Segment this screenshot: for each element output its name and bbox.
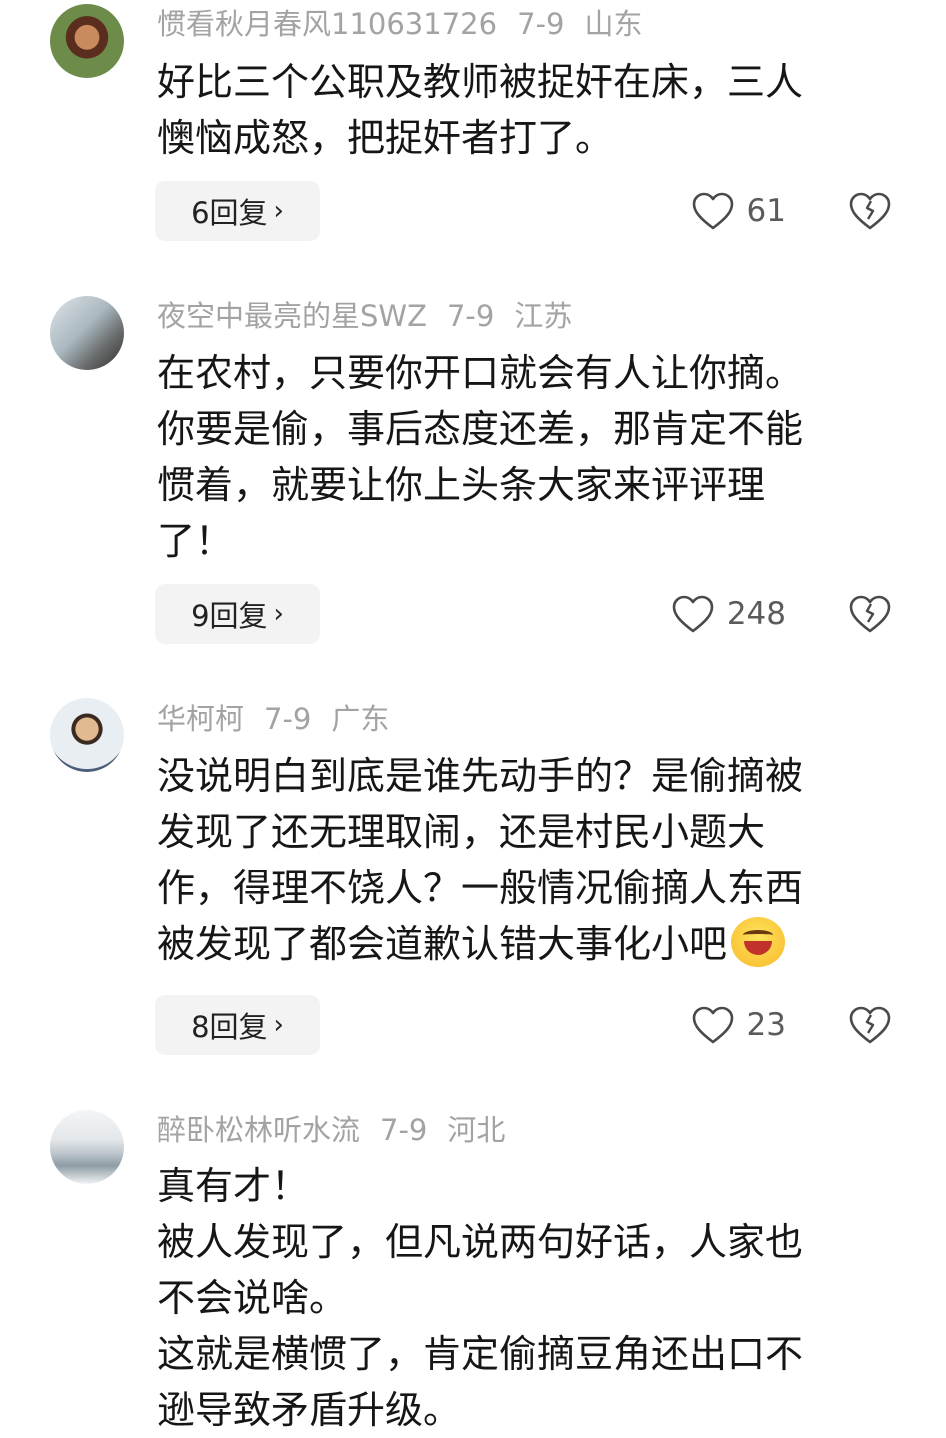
username[interactable]: 夜空中最亮的星SWZ — [157, 299, 427, 333]
chevron-right-icon: › — [273, 196, 284, 226]
like-button[interactable]: 248 — [671, 584, 786, 644]
comment-location: 河北 — [447, 1113, 506, 1147]
heart-outline-icon — [672, 595, 714, 633]
comment-meta: 醉卧松林听水流 7-9 河北 — [157, 1108, 525, 1152]
comment-text: 好比三个公职及教师被捉奸在床，三人 懊恼成怒，把捉奸者打了。 — [157, 54, 887, 166]
comment-line: 这就是横惯了，肯定偷摘豆角还出口不 — [157, 1332, 804, 1376]
comment-line: 作，得理不饶人？一般情况偷摘人东西 — [157, 866, 804, 910]
comment-line: 被发现了都会道歉认错大事化小吧 — [157, 916, 887, 972]
comment-line: 在农村，只要你开口就会有人让你摘。 — [157, 351, 804, 395]
username[interactable]: 醉卧松林听水流 — [157, 1113, 360, 1147]
username[interactable]: 华柯柯 — [157, 702, 244, 736]
comment-line-text: 被发现了都会道歉认错大事化小吧 — [157, 922, 728, 966]
reply-count-label: 6回复 — [191, 196, 268, 230]
view-replies-button[interactable]: 8回复 › — [155, 995, 320, 1055]
comment-line: 没说明白到底是谁先动手的？是偷摘被 — [157, 754, 804, 798]
heart-outline-icon — [692, 1006, 733, 1044]
username[interactable]: 惯看秋月春风110631726 — [157, 7, 497, 41]
comment-date: 7-9 — [446, 299, 495, 333]
comment-text: 没说明白到底是谁先动手的？是偷摘被 发现了还无理取闹，还是村民小题大 作，得理不… — [157, 748, 887, 972]
comment-line: 你要是偷，事后态度还差，那肯定不能 — [157, 407, 804, 451]
like-count: 23 — [746, 1007, 786, 1043]
comment-meta: 华柯柯 7-9 广东 — [157, 697, 409, 741]
comment-text: 在农村，只要你开口就会有人让你摘。 你要是偷，事后态度还差，那肯定不能 惯着，就… — [157, 345, 887, 569]
comment-meta: 惯看秋月春风110631726 7-9 山东 — [157, 2, 662, 46]
comment-line: 懊恼成怒，把捉奸者打了。 — [157, 116, 614, 160]
comment-line: 了！ — [157, 519, 234, 563]
comment-text: 真有才！ 被人发现了，但凡说两句好话，人家也 不会说啥。 这就是横惯了，肯定偷摘… — [157, 1158, 887, 1438]
avatar[interactable] — [50, 1110, 124, 1184]
avatar[interactable] — [50, 698, 124, 772]
comment-line: 发现了还无理取闹，还是村民小题大 — [157, 810, 766, 854]
comment-meta: 夜空中最亮的星SWZ 7-9 江苏 — [157, 294, 592, 338]
comment-date: 7-9 — [517, 7, 565, 41]
like-count: 248 — [726, 596, 786, 632]
like-button[interactable]: 61 — [691, 181, 786, 241]
comment-date: 7-9 — [380, 1113, 428, 1147]
reply-count-label: 8回复 — [191, 1010, 268, 1044]
comment-line: 被人发现了，但凡说两句好话，人家也 — [157, 1220, 804, 1264]
comment-line: 不会说啥。 — [157, 1276, 348, 1320]
comment-line: 逊导致矛盾升级。 — [157, 1388, 462, 1432]
laughing-emoji-icon — [731, 917, 786, 967]
view-replies-button[interactable]: 9回复 › — [155, 584, 320, 644]
comment-location: 江苏 — [514, 299, 573, 333]
like-count: 61 — [746, 193, 786, 229]
broken-heart-icon[interactable] — [848, 1004, 892, 1046]
heart-outline-icon — [692, 192, 733, 230]
avatar[interactable] — [50, 4, 124, 78]
comment-line: 惯着，就要让你上头条大家来评评理 — [157, 463, 766, 507]
comment-location: 广东 — [331, 702, 390, 736]
reply-count-label: 9回复 — [191, 599, 268, 633]
comment-line: 真有才！ — [157, 1164, 310, 1208]
comment-location: 山东 — [584, 7, 643, 41]
chevron-right-icon: › — [273, 599, 284, 629]
broken-heart-icon[interactable] — [848, 593, 892, 635]
broken-heart-icon[interactable] — [848, 190, 892, 232]
comment-line: 好比三个公职及教师被捉奸在床，三人 — [157, 60, 804, 104]
comment-date: 7-9 — [264, 702, 312, 736]
like-button[interactable]: 23 — [691, 995, 786, 1055]
view-replies-button[interactable]: 6回复 › — [155, 181, 320, 241]
avatar[interactable] — [50, 296, 124, 370]
chevron-right-icon: › — [273, 1010, 284, 1040]
